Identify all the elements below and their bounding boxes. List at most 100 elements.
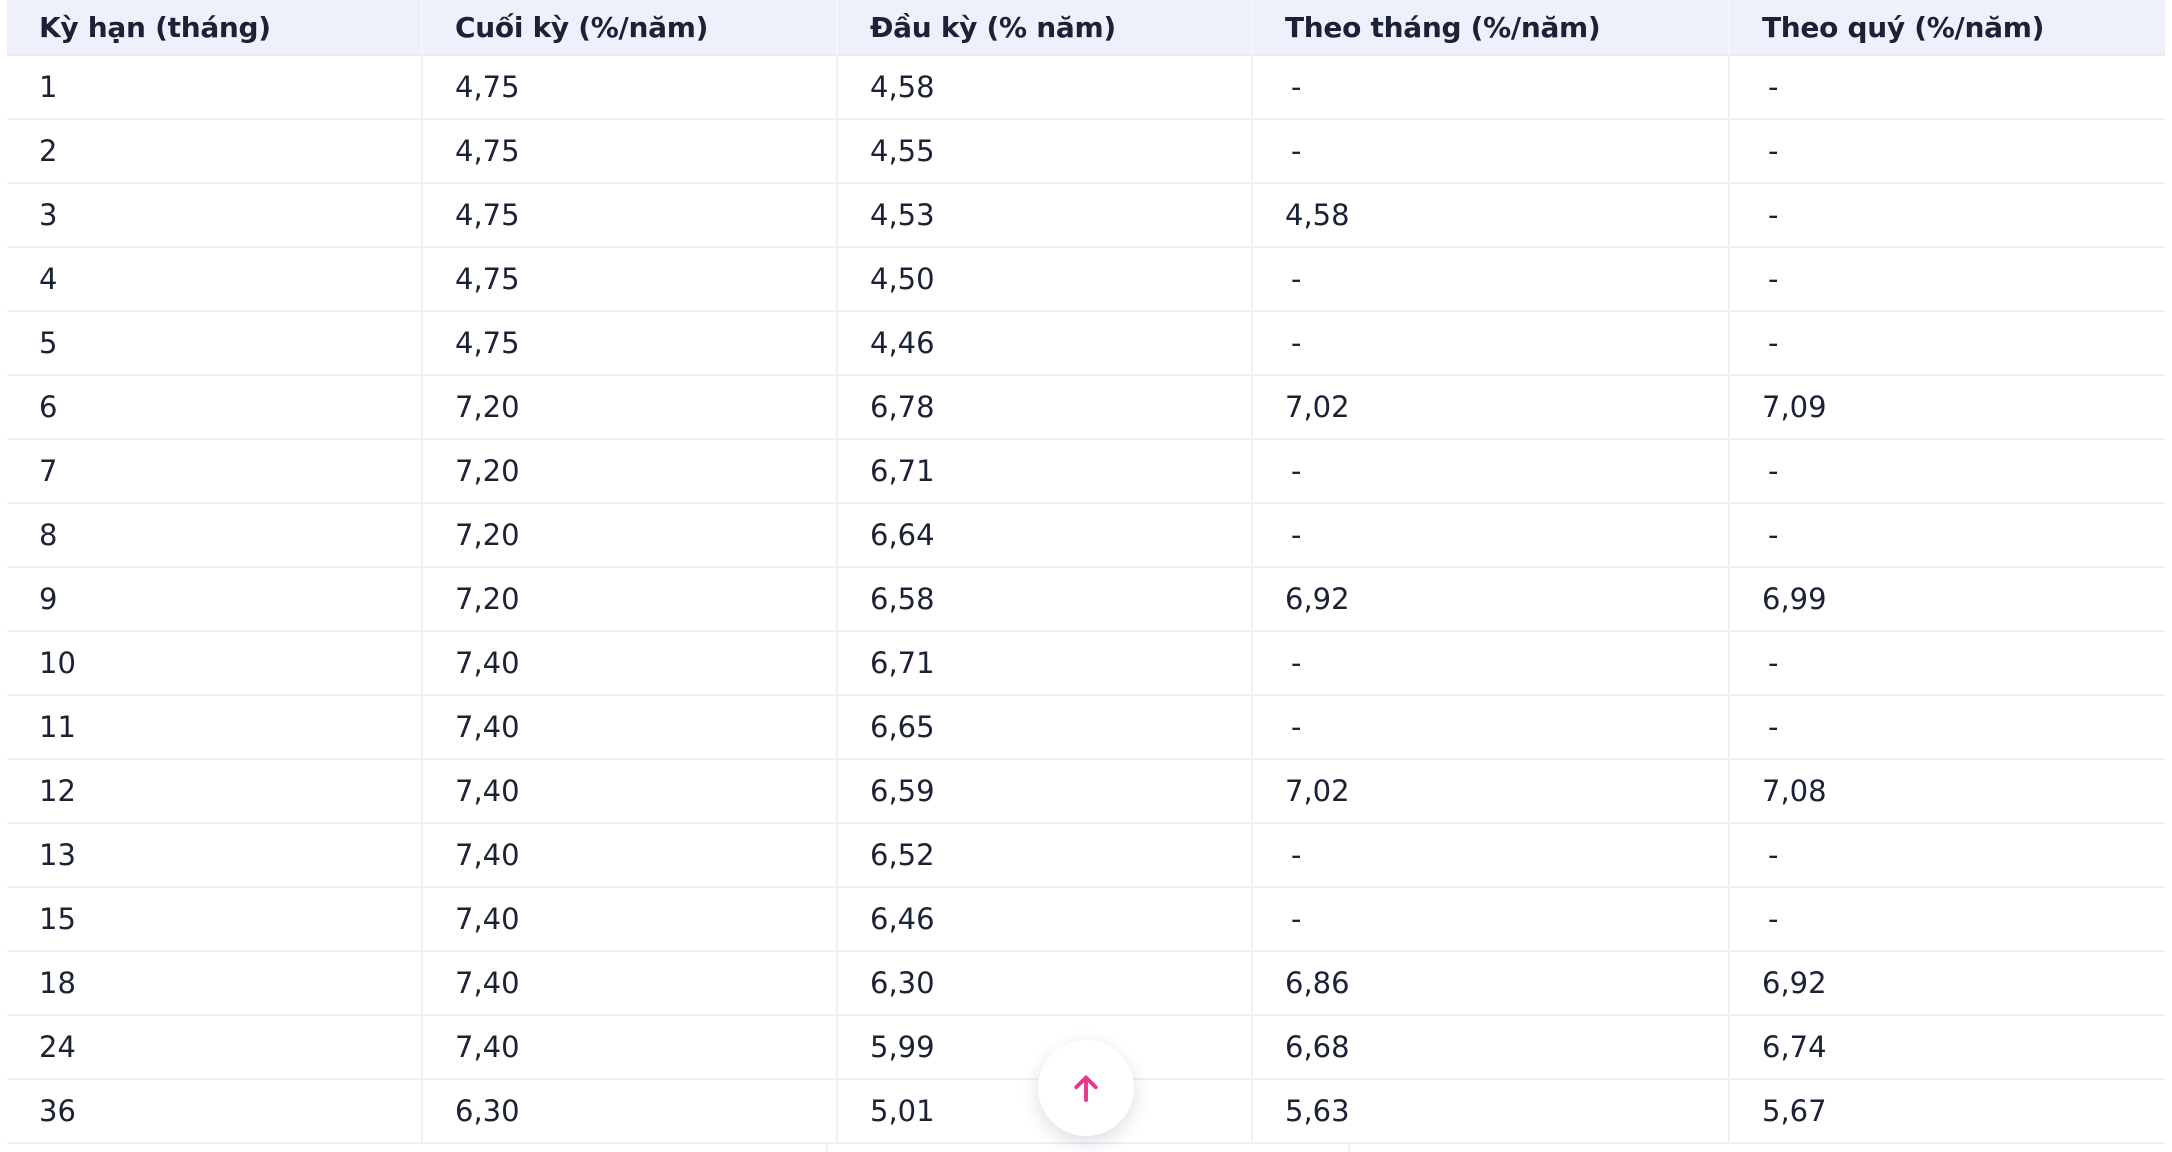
table-row: 10 7,40 6,71 - - (7, 631, 2165, 696)
cell-end-of-term-value: 7,40 (455, 966, 520, 1000)
cell-quarterly: 6,92 (1729, 951, 2165, 1016)
cell-monthly-value: - (1291, 326, 1302, 360)
cell-quarterly: - (1729, 503, 2165, 568)
table-row: 3 4,75 4,53 4,58 - (7, 183, 2165, 248)
cell-start-of-term: 4,58 (837, 55, 1253, 120)
cell-start-of-term: 6,58 (837, 567, 1253, 632)
cell-quarterly-value: 5,67 (1762, 1094, 1827, 1128)
cell-start-of-term-value: 5,99 (870, 1030, 935, 1064)
cell-start-of-term: 6,71 (837, 439, 1253, 504)
cell-monthly: - (1252, 311, 1730, 376)
cell-quarterly: - (1729, 887, 2165, 952)
cell-monthly-value: - (1291, 646, 1302, 680)
cell-term-value: 10 (39, 646, 76, 680)
cell-quarterly-value: - (1768, 646, 1779, 680)
cell-quarterly-value: - (1768, 710, 1779, 744)
cell-term: 6 (7, 375, 423, 440)
table-row: 15 7,40 6,46 - - (7, 887, 2165, 952)
cell-end-of-term: 7,20 (422, 503, 838, 568)
cell-quarterly-value: - (1768, 518, 1779, 552)
cell-term-value: 12 (39, 774, 76, 808)
cell-quarterly: - (1729, 631, 2165, 696)
cell-end-of-term: 7,40 (422, 823, 838, 888)
cell-end-of-term-value: 7,40 (455, 902, 520, 936)
cell-term: 4 (7, 247, 423, 312)
table-row: 5 4,75 4,46 - - (7, 311, 2165, 376)
cell-quarterly: - (1729, 183, 2165, 248)
cell-end-of-term-value: 4,75 (455, 262, 520, 296)
cell-end-of-term: 7,40 (422, 887, 838, 952)
cell-end-of-term: 7,20 (422, 439, 838, 504)
cell-monthly-value: 4,58 (1285, 198, 1350, 232)
interest-rate-table-container: Kỳ hạn (tháng) Cuối kỳ (%/năm) Đầu kỳ (%… (7, 0, 2165, 1144)
cell-term-value: 11 (39, 710, 76, 744)
cell-monthly: - (1252, 823, 1730, 888)
cell-term: 18 (7, 951, 423, 1016)
interest-rate-table: Kỳ hạn (tháng) Cuối kỳ (%/năm) Đầu kỳ (%… (7, 0, 2165, 1144)
cell-term: 1 (7, 55, 423, 120)
cell-quarterly: 6,99 (1729, 567, 2165, 632)
cell-term: 8 (7, 503, 423, 568)
table-row: 6 7,20 6,78 7,02 7,09 (7, 375, 2165, 440)
cell-start-of-term: 6,46 (837, 887, 1253, 952)
cell-monthly-value: 5,63 (1285, 1094, 1350, 1128)
cell-monthly-value: 6,86 (1285, 966, 1350, 1000)
table-bottom-edge (826, 1143, 1350, 1152)
cell-end-of-term-value: 7,40 (455, 646, 520, 680)
cell-start-of-term-value: 6,64 (870, 518, 935, 552)
cell-quarterly: - (1729, 695, 2165, 760)
cell-end-of-term: 7,20 (422, 375, 838, 440)
cell-monthly: - (1252, 887, 1730, 952)
cell-term-value: 7 (39, 454, 58, 488)
cell-monthly: 4,58 (1252, 183, 1730, 248)
cell-start-of-term-value: 4,55 (870, 134, 935, 168)
cell-term: 12 (7, 759, 423, 824)
cell-term: 7 (7, 439, 423, 504)
cell-quarterly-value: - (1768, 198, 1779, 232)
cell-start-of-term: 6,52 (837, 823, 1253, 888)
scroll-to-top-button[interactable] (1038, 1040, 1134, 1136)
cell-monthly-value: 6,68 (1285, 1030, 1350, 1064)
cell-term: 36 (7, 1079, 423, 1144)
cell-monthly: - (1252, 247, 1730, 312)
cell-term-value: 24 (39, 1030, 76, 1064)
cell-monthly-value: - (1291, 518, 1302, 552)
cell-end-of-term-value: 7,40 (455, 838, 520, 872)
cell-quarterly-value: 7,08 (1762, 774, 1827, 808)
cell-end-of-term: 7,40 (422, 759, 838, 824)
cell-start-of-term-value: 6,78 (870, 390, 935, 424)
cell-start-of-term: 4,46 (837, 311, 1253, 376)
cell-monthly-value: - (1291, 70, 1302, 104)
cell-term-value: 9 (39, 582, 58, 616)
cell-start-of-term: 6,78 (837, 375, 1253, 440)
cell-term-value: 5 (39, 326, 58, 360)
cell-end-of-term-value: 7,20 (455, 454, 520, 488)
cell-quarterly-value: - (1768, 262, 1779, 296)
table-row: 13 7,40 6,52 - - (7, 823, 2165, 888)
cell-start-of-term-value: 4,58 (870, 70, 935, 104)
cell-quarterly: - (1729, 823, 2165, 888)
table-row: 8 7,20 6,64 - - (7, 503, 2165, 568)
cell-quarterly: - (1729, 439, 2165, 504)
cell-term: 3 (7, 183, 423, 248)
cell-term: 13 (7, 823, 423, 888)
cell-end-of-term: 7,40 (422, 631, 838, 696)
cell-monthly: - (1252, 439, 1730, 504)
cell-end-of-term: 7,40 (422, 951, 838, 1016)
cell-quarterly: 7,09 (1729, 375, 2165, 440)
cell-end-of-term: 4,75 (422, 119, 838, 184)
cell-start-of-term-value: 4,53 (870, 198, 935, 232)
cell-end-of-term-value: 4,75 (455, 198, 520, 232)
cell-end-of-term-value: 4,75 (455, 70, 520, 104)
header-end-of-term-rate: Cuối kỳ (%/năm) (422, 0, 838, 56)
cell-term: 2 (7, 119, 423, 184)
cell-end-of-term-value: 7,20 (455, 582, 520, 616)
arrow-up-icon (1074, 1075, 1098, 1102)
cell-term-value: 15 (39, 902, 76, 936)
cell-term-value: 4 (39, 262, 58, 296)
cell-end-of-term-value: 7,20 (455, 518, 520, 552)
cell-quarterly: - (1729, 55, 2165, 120)
table-row: 18 7,40 6,30 6,86 6,92 (7, 951, 2165, 1016)
header-monthly-rate: Theo tháng (%/năm) (1252, 0, 1730, 56)
cell-quarterly: - (1729, 311, 2165, 376)
